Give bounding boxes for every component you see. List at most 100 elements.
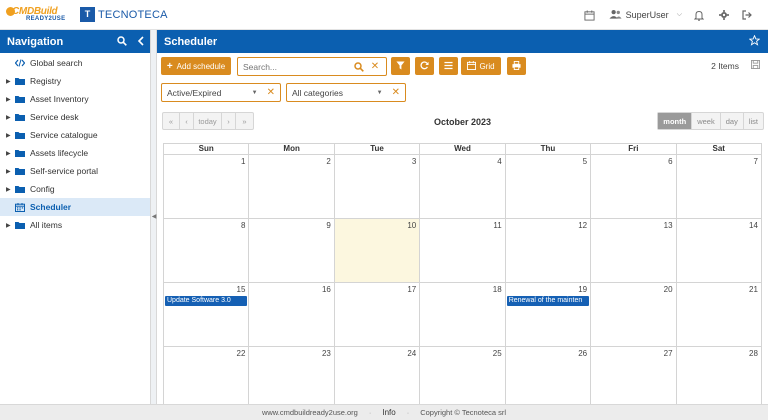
search-field[interactable]: ✕ xyxy=(237,57,387,76)
calendar-day-cell[interactable]: 6 xyxy=(591,155,677,219)
calendar-day-cell[interactable]: 3 xyxy=(334,155,421,219)
menu-button[interactable] xyxy=(439,57,458,75)
calendar-day-cell[interactable]: 1 xyxy=(164,155,250,219)
sidebar-item-label: Asset Inventory xyxy=(30,94,89,104)
user-menu[interactable]: SuperUser ⌵ xyxy=(609,9,682,21)
tecnoteca-logo[interactable]: T TECNOTECA xyxy=(80,5,175,25)
dropdown-arrow-icon[interactable]: ▼ xyxy=(377,90,383,96)
day-number: 6 xyxy=(668,157,673,166)
star-icon[interactable] xyxy=(748,34,761,48)
calendar-day-cell[interactable]: 9 xyxy=(249,219,335,283)
navigation-panel: Navigation Global search ▶ Registry ▶ Asset … xyxy=(0,30,151,404)
sidebar-item-label: Self-service portal xyxy=(30,166,99,176)
sidebar-item-service-desk[interactable]: ▶ Service desk xyxy=(0,108,150,126)
calendar-day-cell[interactable]: 16 xyxy=(249,283,335,347)
calendar-day-cell[interactable]: 21 xyxy=(676,283,762,347)
sidebar-item-self-service-portal[interactable]: ▶ Self-service portal xyxy=(0,162,150,180)
calendar-day-cell[interactable]: 5 xyxy=(505,155,592,219)
expand-arrow-icon[interactable]: ▶ xyxy=(6,222,14,229)
filter-button[interactable] xyxy=(391,57,410,75)
calendar-day-cell[interactable]: 24 xyxy=(335,347,421,404)
folder-icon xyxy=(15,131,25,140)
folder-icon xyxy=(15,221,25,230)
category-filter-select[interactable]: All categories ▼ ✕ xyxy=(286,83,406,102)
calendar-day-cell[interactable]: 23 xyxy=(249,347,335,404)
calendar-day-cell[interactable]: 15 Update Software 3.0 xyxy=(164,283,250,347)
day-number: 21 xyxy=(749,285,758,294)
sidebar-item-label: Assets lifecycle xyxy=(30,148,89,158)
calendar-day-cell[interactable]: 10 xyxy=(334,219,421,283)
day-number: 17 xyxy=(407,285,417,294)
expand-arrow-icon[interactable]: ▶ xyxy=(6,150,14,157)
calendar-day-cell[interactable]: 28 xyxy=(677,347,762,404)
calendar-day-cell[interactable]: 17 xyxy=(334,283,421,347)
expand-arrow-icon[interactable]: ▶ xyxy=(6,168,14,175)
calendar-icon[interactable] xyxy=(583,8,597,22)
expand-arrow-icon[interactable]: ▶ xyxy=(6,132,14,139)
day-number: 2 xyxy=(326,157,331,166)
sidebar-item-all-items[interactable]: ▶ All items xyxy=(0,216,150,234)
footer-info-link[interactable]: Info xyxy=(382,408,395,417)
calendar-day-cell[interactable]: 12 xyxy=(505,219,592,283)
calendar-day-cell[interactable]: 4 xyxy=(420,155,506,219)
calendar-day-cell[interactable]: 25 xyxy=(420,347,506,404)
calendar-event[interactable]: Update Software 3.0 xyxy=(165,296,248,306)
save-icon[interactable] xyxy=(751,60,760,71)
view-day-button[interactable]: day xyxy=(721,113,744,129)
expand-arrow-icon[interactable]: ▶ xyxy=(6,96,14,103)
view-month-button[interactable]: month xyxy=(658,113,693,129)
sidebar-item-asset-inventory[interactable]: ▶ Asset Inventory xyxy=(0,90,150,108)
calendar-day-cell[interactable]: 18 xyxy=(420,283,506,347)
expand-arrow-icon[interactable]: ▶ xyxy=(6,114,14,121)
expand-arrow-icon[interactable]: ▶ xyxy=(6,186,14,193)
sidebar-item-config[interactable]: ▶ Config xyxy=(0,180,150,198)
calendar-day-cell[interactable]: 13 xyxy=(591,219,677,283)
cmdbuild-logo[interactable]: CMDBuild READY2USE xyxy=(6,5,76,25)
calendar-week-row: 22 23 24 25 26 27 28 xyxy=(164,347,762,404)
calendar-event[interactable]: Renewal of the mainten xyxy=(506,296,590,306)
search-input[interactable] xyxy=(243,61,349,72)
day-number: 24 xyxy=(407,349,417,358)
navigation-header: Navigation xyxy=(0,30,150,53)
calendar-day-cell[interactable]: 19 Renewal of the mainten xyxy=(505,283,592,347)
status-filter-select[interactable]: Active/Expired ▼ ✕ xyxy=(161,83,281,102)
sidebar-item-assets-lifecycle[interactable]: ▶ Assets lifecycle xyxy=(0,144,150,162)
add-schedule-button[interactable]: + Add schedule xyxy=(161,57,231,75)
search-icon[interactable] xyxy=(117,35,127,48)
calendar-day-cell[interactable]: 20 xyxy=(591,283,677,347)
bell-icon[interactable] xyxy=(692,8,706,22)
footer-site-link[interactable]: www.cmdbuildready2use.org xyxy=(262,408,358,417)
calendar-day-cell[interactable]: 8 xyxy=(164,219,250,283)
clear-category-filter-icon[interactable]: ✕ xyxy=(392,87,400,98)
page-title: Scheduler xyxy=(164,35,218,48)
day-number: 11 xyxy=(493,221,502,230)
calendar-day-cell[interactable]: 27 xyxy=(591,347,677,404)
footer-copyright: Copyright © Tecnoteca srl xyxy=(420,408,507,417)
print-button[interactable] xyxy=(507,57,526,75)
sidebar-item-service-catalogue[interactable]: ▶ Service catalogue xyxy=(0,126,150,144)
sidebar-item-registry[interactable]: ▶ Registry xyxy=(0,72,150,90)
refresh-button[interactable] xyxy=(415,57,434,75)
calendar-day-cell[interactable]: 26 xyxy=(506,347,592,404)
search-icon[interactable] xyxy=(353,61,365,72)
day-number: 7 xyxy=(753,157,758,166)
clear-icon[interactable]: ✕ xyxy=(369,61,381,72)
day-number: 4 xyxy=(497,157,502,166)
sidebar-item-global-search[interactable]: Global search xyxy=(0,54,150,72)
view-list-button[interactable]: list xyxy=(744,113,763,129)
collapse-chevron-icon[interactable] xyxy=(137,35,144,48)
folder-icon xyxy=(15,113,25,122)
gear-icon[interactable] xyxy=(717,8,731,22)
expand-arrow-icon[interactable]: ▶ xyxy=(6,78,14,85)
calendar-day-cell[interactable]: 2 xyxy=(249,155,335,219)
calendar-day-cell[interactable]: 14 xyxy=(676,219,762,283)
logout-icon[interactable] xyxy=(740,8,754,22)
view-week-button[interactable]: week xyxy=(692,113,721,129)
dropdown-arrow-icon[interactable]: ▼ xyxy=(252,90,258,96)
calendar-day-cell[interactable]: 22 xyxy=(164,347,250,404)
clear-status-filter-icon[interactable]: ✕ xyxy=(267,87,275,98)
calendar-day-cell[interactable]: 7 xyxy=(676,155,762,219)
grid-button[interactable]: Grid xyxy=(461,57,501,75)
calendar-day-cell[interactable]: 11 xyxy=(420,219,506,283)
sidebar-item-scheduler[interactable]: Scheduler xyxy=(0,198,150,216)
